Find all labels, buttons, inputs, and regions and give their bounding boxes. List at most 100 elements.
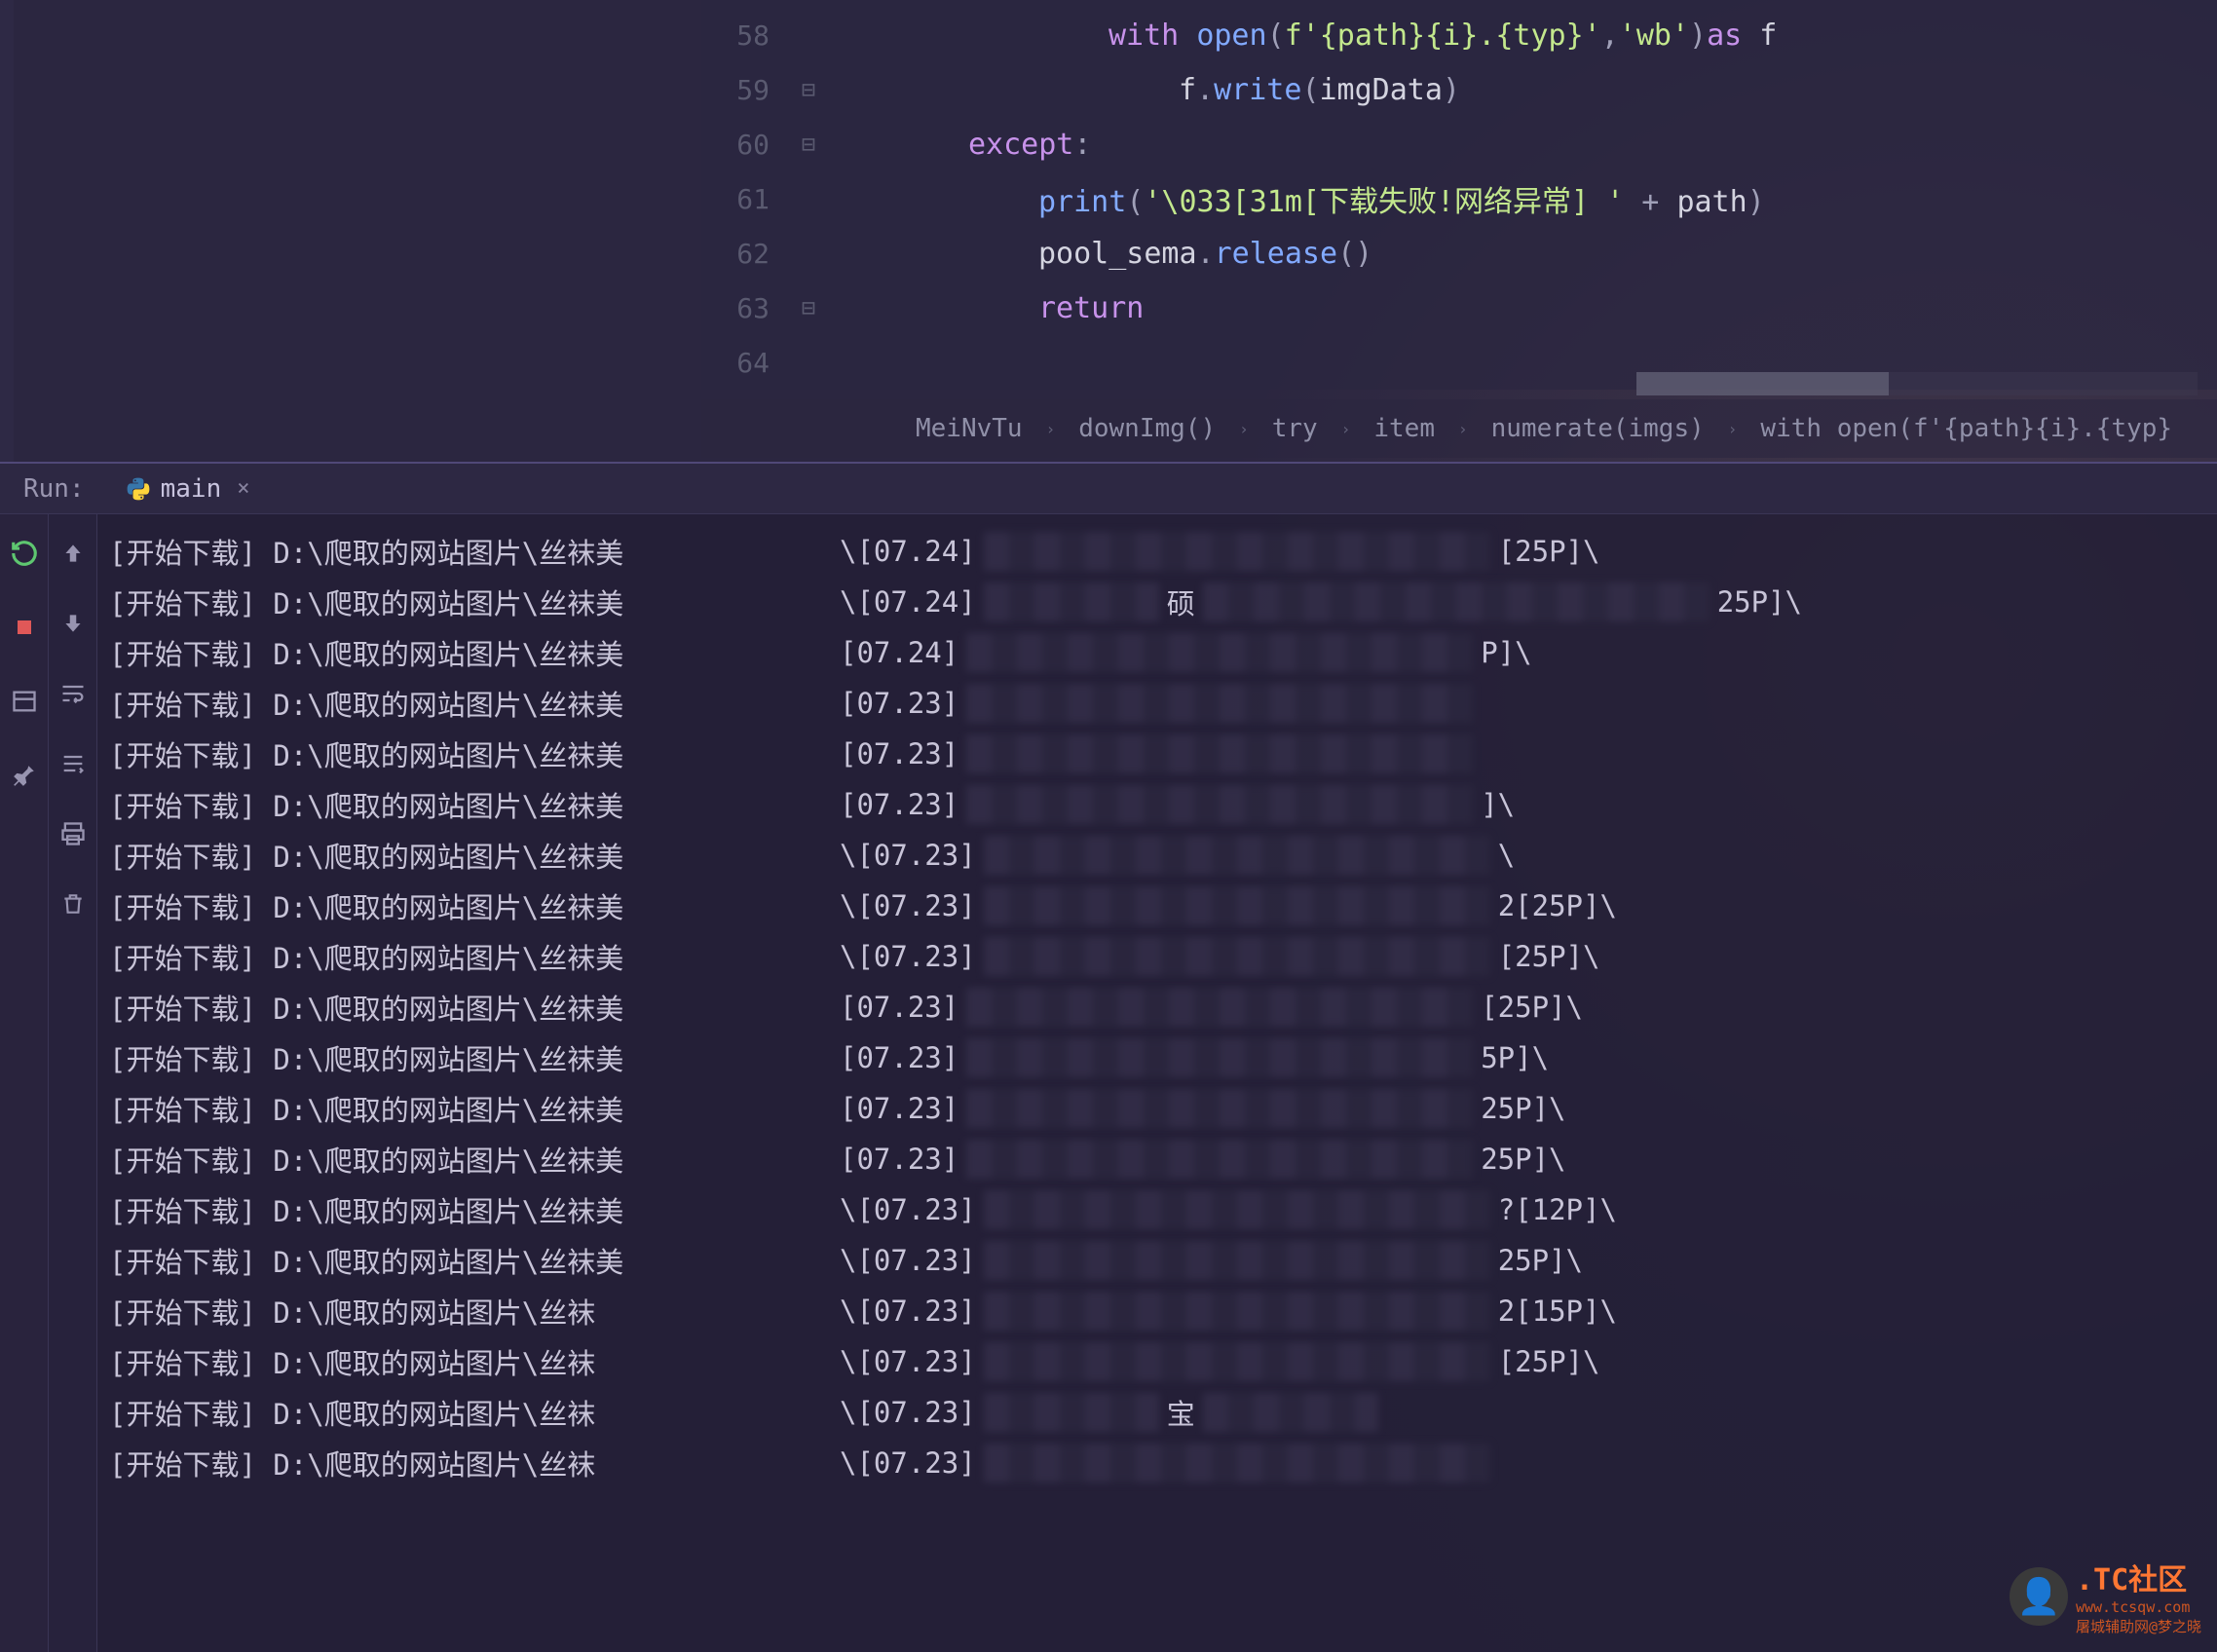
run-tab-label: main (161, 474, 222, 504)
line-number: 58 (701, 19, 789, 52)
code-line[interactable]: 58 with open(f'{path}{i}.{typ}','wb')as f (701, 8, 2217, 62)
console-line: [开始下载] D:\爬取的网站图片\丝袜美 \[07.23] 25P]\ (109, 1235, 2217, 1286)
console-line: [开始下载] D:\爬取的网站图片\丝袜 \[07.23] 宝 (109, 1387, 2217, 1438)
scroll-to-end-icon[interactable] (57, 748, 89, 779)
console-line: [开始下载] D:\爬取的网站图片\丝袜美 \[07.23] ?[12P]\ (109, 1184, 2217, 1235)
console-line: [开始下载] D:\爬取的网站图片\丝袜 \[07.23] [25P]\ (109, 1336, 2217, 1387)
scrollbar-thumb[interactable] (1636, 372, 1889, 395)
code-line[interactable]: 61 print('\033[31m[下载失败!网络异常] ' + path) (701, 171, 2217, 226)
trash-icon[interactable] (57, 888, 89, 920)
stop-icon[interactable] (9, 612, 40, 643)
console-line: [开始下载] D:\爬取的网站图片\丝袜美 [07.23] ]\ (109, 779, 2217, 830)
layout-icon[interactable] (9, 686, 40, 717)
code-text: except: (828, 128, 1091, 162)
rerun-icon[interactable] (9, 538, 40, 569)
redacted-region (966, 684, 1473, 723)
code-text: print('\033[31m[下载失败!网络异常] ' + path) (828, 177, 1765, 220)
console-line: [开始下载] D:\爬取的网站图片\丝袜美 \[07.24] 硕 25P]\ (109, 577, 2217, 627)
redacted-region (966, 633, 1473, 672)
console-line: [开始下载] D:\爬取的网站图片\丝袜美 [07.23] 25P]\ (109, 1134, 2217, 1184)
redacted-region (984, 1241, 1490, 1280)
run-toolbar-secondary (49, 514, 97, 1652)
watermark-url: www.tcsqw.com (2076, 1598, 2201, 1616)
line-number: 60 (701, 129, 789, 161)
console-line: [开始下载] D:\爬取的网站图片\丝袜美 \[07.23] 2[25P]\ (109, 881, 2217, 931)
redacted-region (984, 836, 1490, 875)
line-number: 63 (701, 292, 789, 324)
redacted-region (966, 1089, 1473, 1128)
redacted-region (1203, 1393, 1378, 1432)
chevron-right-icon: › (1728, 420, 1738, 438)
run-tool-window: Run: main × (0, 462, 2217, 1652)
code-text: pool_sema.release() (828, 237, 1372, 271)
breadcrumb-bar: MeiNvTu › downImg() › try › item › numerate(imgs… (701, 399, 2217, 458)
chevron-right-icon: › (1239, 420, 1249, 438)
horizontal-scrollbar[interactable] (1636, 372, 2198, 395)
chevron-right-icon: › (1046, 420, 1056, 438)
breadcrumb-item[interactable]: try (1272, 414, 1318, 443)
console-line: [开始下载] D:\爬取的网站图片\丝袜美 \[07.24] [25P]\ (109, 526, 2217, 577)
console-output[interactable]: [开始下载] D:\爬取的网站图片\丝袜美 \[07.24] [25P]\[开始… (97, 514, 2217, 1652)
redacted-region (984, 886, 1490, 925)
redacted-region (984, 1444, 1490, 1483)
redacted-region (984, 1342, 1490, 1381)
code-line[interactable]: 60⊟except: (701, 117, 2217, 171)
redacted-region (966, 1038, 1473, 1077)
run-tab-main[interactable]: main × (114, 467, 262, 511)
console-line: [开始下载] D:\爬取的网站图片\丝袜美 [07.23] (109, 729, 2217, 779)
chevron-right-icon: › (1341, 420, 1351, 438)
console-line: [开始下载] D:\爬取的网站图片\丝袜 \[07.23] (109, 1438, 2217, 1488)
line-number: 59 (701, 74, 789, 106)
console-line: [开始下载] D:\爬取的网站图片\丝袜美 [07.23] (109, 678, 2217, 729)
watermark-sub: 屠城辅助网@梦之晓 (2076, 1616, 2201, 1636)
run-panel-header: Run: main × (0, 464, 2217, 514)
breadcrumb-item[interactable]: item (1373, 414, 1435, 443)
code-editor[interactable]: 58 with open(f'{path}{i}.{typ}','wb')as f… (701, 0, 2217, 390)
console-line: [开始下载] D:\爬取的网站图片\丝袜美 \[07.23] [25P]\ (109, 931, 2217, 982)
redacted-region (1203, 582, 1710, 621)
code-line[interactable]: 62 pool_sema.release() (701, 226, 2217, 281)
watermark-title: .TC社区 (2076, 1556, 2201, 1598)
redacted-region (984, 532, 1490, 571)
code-text: f.write(imgData) (828, 73, 1460, 107)
code-text: return (828, 291, 1144, 325)
breadcrumb-item[interactable]: numerate(imgs) (1491, 414, 1705, 443)
down-arrow-icon[interactable] (57, 608, 89, 639)
chevron-right-icon: › (1458, 420, 1468, 438)
run-label: Run: (23, 474, 85, 504)
code-line[interactable]: 59⊟f.write(imgData) (701, 62, 2217, 117)
fold-icon[interactable]: ⊟ (789, 131, 828, 158)
line-number: 61 (701, 183, 789, 215)
console-line: [开始下载] D:\爬取的网站图片\丝袜美 [07.23] 25P]\ (109, 1083, 2217, 1134)
redacted-region (966, 1140, 1473, 1179)
redacted-region (984, 1190, 1490, 1229)
breadcrumb-item[interactable]: downImg() (1078, 414, 1216, 443)
code-line[interactable]: 63⊟return (701, 281, 2217, 335)
redacted-region (984, 1292, 1490, 1331)
print-icon[interactable] (57, 818, 89, 849)
watermark-logo-icon: 👤 (2010, 1567, 2068, 1626)
python-icon (126, 476, 151, 502)
redacted-region (966, 988, 1473, 1027)
console-line: [开始下载] D:\爬取的网站图片\丝袜 \[07.23] 2[15P]\ (109, 1286, 2217, 1336)
soft-wrap-icon[interactable] (57, 678, 89, 709)
line-number: 62 (701, 238, 789, 270)
fold-icon[interactable]: ⊟ (789, 76, 828, 103)
pin-icon[interactable] (9, 760, 40, 791)
redacted-region (966, 734, 1473, 773)
breadcrumb-item[interactable]: MeiNvTu (916, 414, 1023, 443)
breadcrumb-item[interactable]: with open(f'{path}{i}.{typ} (1760, 414, 2172, 443)
console-line: [开始下载] D:\爬取的网站图片\丝袜美 \[07.23] \ (109, 830, 2217, 881)
console-line: [开始下载] D:\爬取的网站图片\丝袜美 [07.23] [25P]\ (109, 982, 2217, 1032)
up-arrow-icon[interactable] (57, 538, 89, 569)
watermark: 👤 .TC社区 www.tcsqw.com 屠城辅助网@梦之晓 (2010, 1556, 2201, 1636)
run-toolbar-primary (0, 514, 49, 1652)
close-icon[interactable]: × (237, 476, 249, 501)
fold-icon[interactable]: ⊟ (789, 294, 828, 321)
redacted-region (966, 785, 1473, 824)
console-line: [开始下载] D:\爬取的网站图片\丝袜美 [07.23] 5P]\ (109, 1032, 2217, 1083)
console-line: [开始下载] D:\爬取的网站图片\丝袜美 [07.24] P]\ (109, 627, 2217, 678)
left-panel-collapse[interactable] (0, 0, 14, 462)
line-number: 64 (701, 347, 789, 379)
code-text: with open(f'{path}{i}.{typ}','wb')as f (828, 19, 1777, 53)
